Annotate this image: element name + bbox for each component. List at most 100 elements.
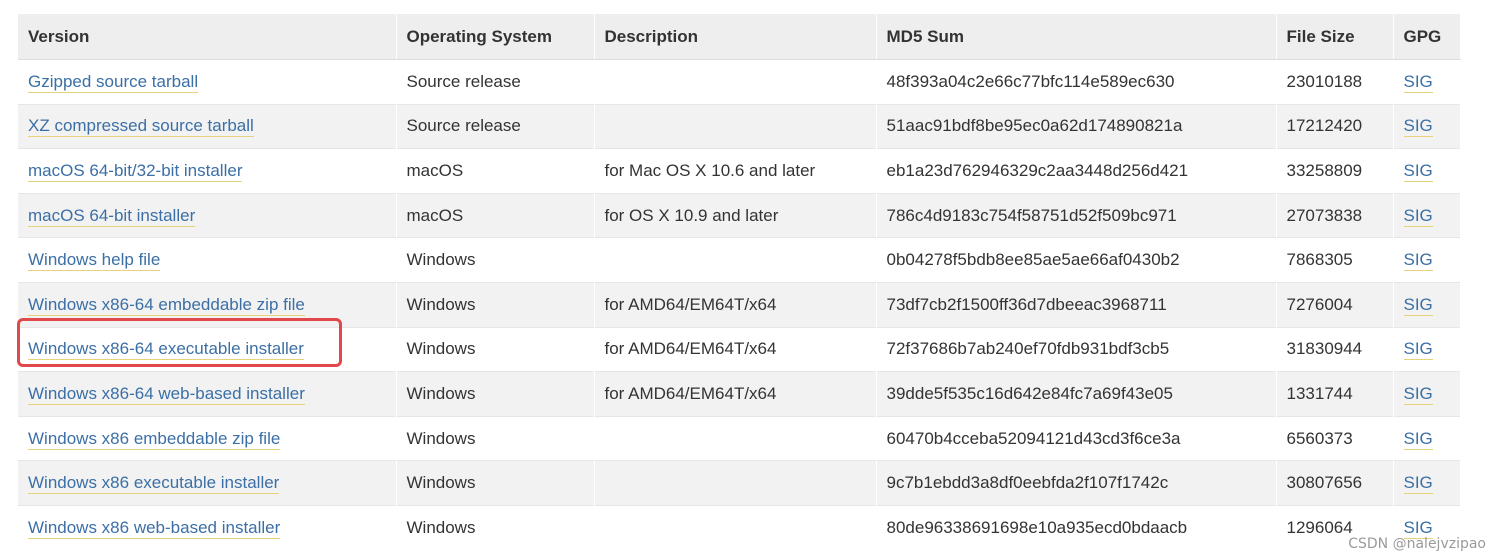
md5-cell: 51aac91bdf8be95ec0a62d174890821a [876,103,1277,149]
md5-cell: eb1a23d762946329c2aa3448d256d421 [876,148,1277,194]
table-row: Windows x86-64 web-based installer Windo… [18,371,1461,417]
sig-link[interactable]: SIG [1403,116,1433,138]
watermark: CSDN @nalejvzipao [1348,536,1486,552]
download-link[interactable]: Gzipped source tarball [28,71,199,93]
version-cell: XZ compressed source tarball [18,103,397,149]
sig-link[interactable]: SIG [1403,160,1433,182]
sig-link[interactable]: SIG [1403,473,1433,495]
sig-link[interactable]: SIG [1403,383,1433,405]
os-cell: Windows [396,237,595,283]
description-cell: for AMD64/EM64T/x64 [594,371,877,417]
description-cell [594,59,877,105]
table-row: macOS 64-bit installer macOS for OS X 10… [18,192,1461,238]
version-cell: macOS 64-bit installer [18,192,397,238]
gpg-cell: SIG [1393,192,1461,238]
description-cell: for Mac OS X 10.6 and later [594,148,877,194]
os-cell: Windows [396,504,595,550]
os-cell: Source release [396,103,595,149]
gpg-cell: SIG [1393,371,1461,417]
version-cell: Windows x86-64 executable installer [18,326,397,372]
sig-link[interactable]: SIG [1403,250,1433,272]
download-link[interactable]: macOS 64-bit installer [28,205,196,227]
md5-cell: 80de96338691698e10a935ecd0bdaacb [876,504,1277,550]
files-table: Version Operating System Description MD5… [18,14,1461,550]
table-row: Windows x86 web-based installer Windows … [18,504,1461,550]
gpg-cell: SIG [1393,281,1461,328]
os-cell: macOS [396,148,595,194]
file-size-cell: 17212420 [1276,103,1394,149]
download-link[interactable]: XZ compressed source tarball [28,116,254,138]
file-size-cell: 1331744 [1276,371,1394,417]
download-link[interactable]: Windows x86 web-based installer [28,517,281,539]
description-cell: for OS X 10.9 and later [594,192,877,238]
gpg-cell: SIG [1393,237,1461,283]
os-cell: Source release [396,59,595,105]
table-header: Version Operating System Description MD5… [18,14,1461,60]
gpg-cell: SIG [1393,415,1461,461]
os-cell: Windows [396,281,595,328]
gpg-cell: SIG [1393,148,1461,194]
os-cell: Windows [396,326,595,372]
version-cell: Windows x86 web-based installer [18,504,397,550]
file-size-cell: 6560373 [1276,415,1394,461]
gpg-cell: SIG [1393,460,1461,506]
md5-cell: 72f37686b7ab240ef70fdb931bdf3cb5 [876,326,1277,372]
table-row: macOS 64-bit/32-bit installer macOS for … [18,148,1461,194]
version-cell: Windows x86 executable installer [18,460,397,506]
download-link[interactable]: macOS 64-bit/32-bit installer [28,160,243,182]
description-cell: for AMD64/EM64T/x64 [594,326,877,372]
file-size-cell: 27073838 [1276,192,1394,238]
md5-cell: 39dde5f535c16d642e84fc7a69f43e05 [876,371,1277,417]
file-size-cell: 7276004 [1276,281,1394,328]
downloads-page: Version Operating System Description MD5… [0,0,1500,560]
md5-cell: 786c4d9183c754f58751d52f509bc971 [876,192,1277,238]
version-cell: Windows x86-64 web-based installer [18,371,397,417]
md5-cell: 9c7b1ebdd3a8df0eebfda2f107f1742c [876,460,1277,506]
gpg-cell: SIG [1393,326,1461,372]
file-size-cell: 7868305 [1276,237,1394,283]
sig-link[interactable]: SIG [1403,71,1433,93]
version-cell: Windows help file [18,237,397,283]
column-header-gpg: GPG [1393,14,1461,60]
column-header-file-size: File Size [1276,14,1394,60]
md5-cell: 73df7cb2f1500ff36d7dbeeac3968711 [876,281,1277,328]
table-row: Windows x86 executable installer Windows… [18,460,1461,506]
table-row: Windows x86-64 embeddable zip file Windo… [18,281,1461,328]
download-link[interactable]: Windows x86-64 executable installer [28,339,304,361]
description-cell: for AMD64/EM64T/x64 [594,281,877,328]
download-link[interactable]: Windows x86-64 web-based installer [28,383,305,405]
gpg-cell: SIG [1393,59,1461,105]
column-header-operating-system: Operating System [396,14,595,60]
download-link[interactable]: Windows x86 embeddable zip file [28,428,281,450]
file-size-cell: 30807656 [1276,460,1394,506]
version-cell: Gzipped source tarball [18,59,397,105]
sig-link[interactable]: SIG [1403,339,1433,361]
os-cell: macOS [396,192,595,238]
os-cell: Windows [396,460,595,506]
download-link[interactable]: Windows x86-64 embeddable zip file [28,294,305,316]
download-link[interactable]: Windows help file [28,250,161,272]
download-link[interactable]: Windows x86 executable installer [28,473,280,495]
sig-link[interactable]: SIG [1403,294,1433,316]
file-size-cell: 33258809 [1276,148,1394,194]
sig-link[interactable]: SIG [1403,428,1433,450]
sig-link[interactable]: SIG [1403,205,1433,227]
table-row: Windows x86-64 executable installer Wind… [18,326,1461,372]
table-row: XZ compressed source tarball Source rele… [18,103,1461,149]
version-cell: Windows x86 embeddable zip file [18,415,397,461]
description-cell [594,103,877,149]
version-cell: Windows x86-64 embeddable zip file [18,281,397,328]
md5-cell: 0b04278f5bdb8ee85ae5ae66af0430b2 [876,237,1277,283]
table-body: Gzipped source tarball Source release 48… [18,59,1461,550]
os-cell: Windows [396,371,595,417]
header-row: Version Operating System Description MD5… [18,14,1461,60]
table-row: Windows x86 embeddable zip file Windows … [18,415,1461,461]
file-size-cell: 31830944 [1276,326,1394,372]
file-size-cell: 23010188 [1276,59,1394,105]
os-cell: Windows [396,415,595,461]
column-header-md5-sum: MD5 Sum [876,14,1277,60]
column-header-description: Description [594,14,877,60]
version-cell: macOS 64-bit/32-bit installer [18,148,397,194]
description-cell [594,504,877,550]
description-cell [594,237,877,283]
